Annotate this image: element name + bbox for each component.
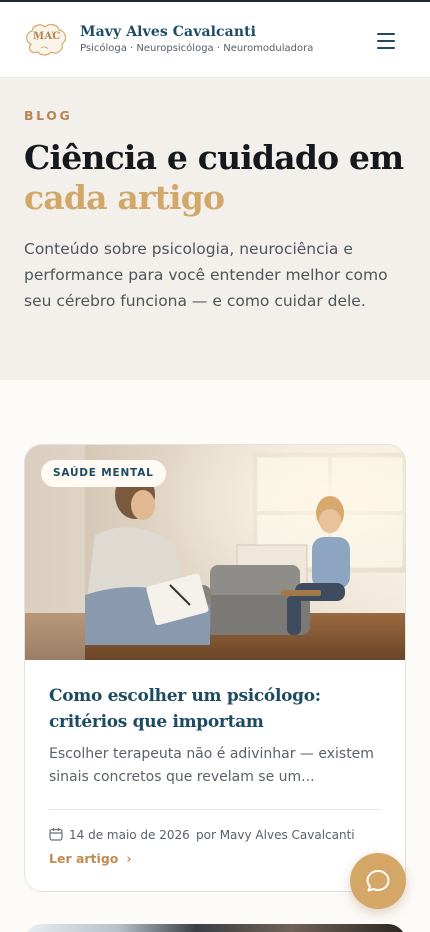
hero-description: Conteúdo sobre psicologia, neurociência … xyxy=(24,240,388,310)
read-article-link[interactable]: Ler artigo › xyxy=(49,851,132,866)
page-title-accent: cada artigo xyxy=(24,178,225,217)
hamburger-menu-icon[interactable] xyxy=(372,28,400,54)
chevron-right-icon: › xyxy=(126,851,132,866)
section-eyebrow: BLOG xyxy=(24,108,73,123)
article-card[interactable]: SAÚDE MENTAL Como escolher um psicólogo:… xyxy=(24,444,406,892)
logo-link[interactable]: MAC Mavy Alves Cavalcanti Psicóloga · Ne… xyxy=(0,2,340,78)
chat-button[interactable] xyxy=(350,853,406,909)
site-header: MAC Mavy Alves Cavalcanti Psicóloga · Ne… xyxy=(0,0,430,78)
blog-hero: BLOG Ciência e cuidado em cada artigo Co… xyxy=(0,78,430,380)
read-article-label: Ler artigo xyxy=(49,851,119,866)
card-divider xyxy=(49,809,381,810)
article-author: por Mavy Alves Cavalcanti xyxy=(196,828,355,842)
brand-subtitle: Psicóloga · Neuropsicóloga · Neuromodula… xyxy=(80,43,314,54)
article-meta: 14 de maio de 2026 por Mavy Alves Cavalc… xyxy=(49,827,389,843)
calendar-icon xyxy=(49,828,63,841)
page-title-line1: Ciência e cuidado em xyxy=(24,138,404,177)
category-tag[interactable]: SAÚDE MENTAL xyxy=(41,460,166,487)
next-article-card[interactable] xyxy=(24,924,406,932)
brand-name: Mavy Alves Cavalcanti xyxy=(80,24,257,40)
article-date: 14 de maio de 2026 xyxy=(69,828,190,842)
article-title[interactable]: Como escolher um psicólogo: critérios qu… xyxy=(49,683,389,735)
chat-bubble-icon xyxy=(366,870,390,892)
page-title: Ciência e cuidado em cada artigo xyxy=(24,138,414,218)
logo-text: MAC xyxy=(33,31,61,42)
article-excerpt: Escolher terapeuta não é adivinhar — exi… xyxy=(49,746,374,785)
